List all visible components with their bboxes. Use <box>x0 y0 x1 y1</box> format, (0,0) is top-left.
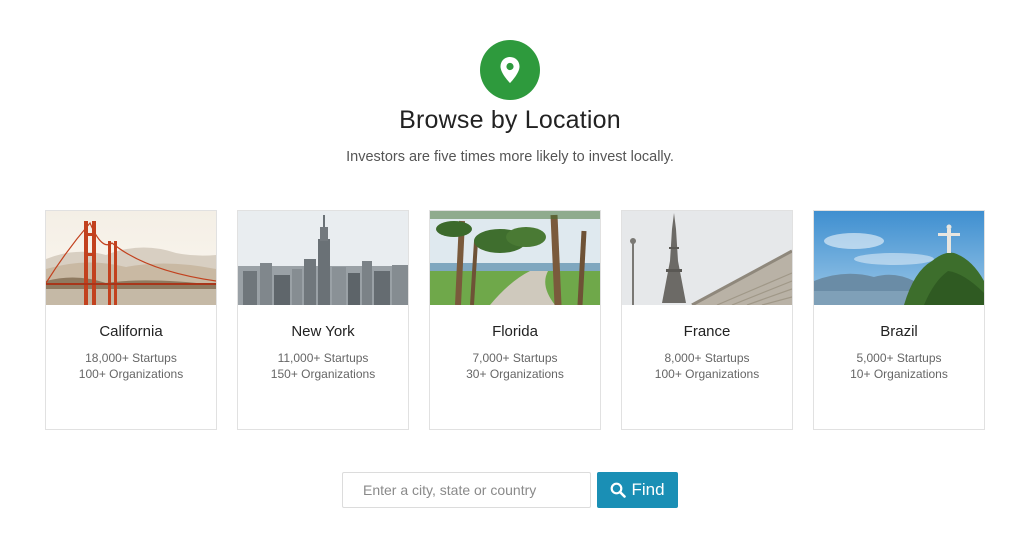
startup-count: 18,000+ Startups <box>85 351 177 365</box>
browse-by-location-section: Browse by Location Investors are five ti… <box>0 0 1025 541</box>
christ-the-redeemer-photo <box>814 211 984 305</box>
startup-count: 7,000+ Startups <box>472 351 558 365</box>
startup-count: 5,000+ Startups <box>856 351 942 365</box>
location-name: Brazil <box>880 323 918 340</box>
search-icon <box>611 482 627 498</box>
empire-state-skyline-photo <box>238 211 408 305</box>
location-name: France <box>683 323 731 340</box>
organization-count: 100+ Organizations <box>78 367 184 381</box>
location-card-new-york[interactable]: New York 11,000+ Startups 150+ Organizat… <box>237 210 409 430</box>
location-card-california[interactable]: California 18,000+ Startups 100+ Organiz… <box>45 210 217 430</box>
page-title: Browse by Location <box>399 106 621 134</box>
location-name: California <box>99 323 163 340</box>
startup-count: 11,000+ Startups <box>277 351 369 365</box>
find-button[interactable]: Find <box>597 472 678 508</box>
location-search: Find <box>342 472 678 508</box>
location-name: New York <box>291 323 355 340</box>
location-cards: California 18,000+ Startups 100+ Organiz… <box>45 210 985 430</box>
map-pin-icon <box>480 40 540 100</box>
palm-trees-path-photo <box>430 211 600 305</box>
location-card-france[interactable]: France 8,000+ Startups 100+ Organization… <box>621 210 793 430</box>
location-card-florida[interactable]: Florida 7,000+ Startups 30+ Organization… <box>429 210 601 430</box>
startup-count: 8,000+ Startups <box>664 351 750 365</box>
golden-gate-bridge-photo <box>46 211 216 305</box>
location-search-input[interactable] <box>342 472 591 508</box>
organization-count: 150+ Organizations <box>270 367 376 381</box>
organization-count: 30+ Organizations <box>466 367 564 381</box>
page-subtitle: Investors are five times more likely to … <box>346 149 674 165</box>
organization-count: 10+ Organizations <box>850 367 948 381</box>
organization-count: 100+ Organizations <box>654 367 760 381</box>
eiffel-tower-photo <box>622 211 792 305</box>
location-name: Florida <box>492 323 538 340</box>
location-card-brazil[interactable]: Brazil 5,000+ Startups 10+ Organizations <box>813 210 985 430</box>
find-button-label: Find <box>631 480 665 499</box>
